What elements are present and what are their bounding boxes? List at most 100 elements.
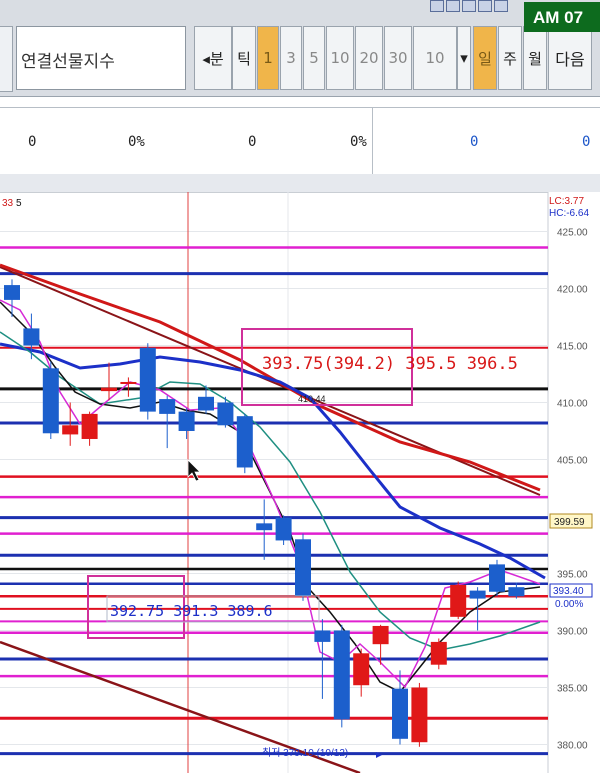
chart-toolbar: 연결선물지수 ◂분 틱 1 3 5 10 20 30 10 ▾ 일 주 월 다음 AM 07 <box>0 0 600 97</box>
candle-body <box>450 584 467 617</box>
status-value-4: 0 <box>470 134 479 150</box>
indicator-label-b: 5 <box>16 198 22 209</box>
current-price-text: 399.59 <box>554 517 585 528</box>
candle-body <box>198 396 214 411</box>
y-tick-label: 405.00 <box>557 456 588 467</box>
y-tick-label: 380.00 <box>557 741 588 752</box>
status-value-5: 0 <box>582 134 591 150</box>
candle-body <box>295 539 311 597</box>
status-value-1: 0% <box>128 134 145 150</box>
candle-body <box>120 381 137 384</box>
candle-body <box>469 590 486 599</box>
candle[interactable] <box>81 411 98 446</box>
tile-icon[interactable] <box>446 0 460 12</box>
candle[interactable] <box>508 582 525 599</box>
candle[interactable] <box>411 682 428 747</box>
status-value-0: 0 <box>28 134 37 150</box>
y-tick-label: 425.00 <box>557 228 588 239</box>
candle[interactable] <box>353 648 370 697</box>
print-icon[interactable] <box>462 0 476 12</box>
candle-body <box>4 285 20 300</box>
candle-body <box>42 368 59 434</box>
price-box-bottom-text: 392.75 391.3 389.6 <box>110 602 273 620</box>
y-tick-label: 410.00 <box>557 399 588 410</box>
candle-body <box>23 328 40 346</box>
candle[interactable] <box>392 670 408 745</box>
candle-body <box>101 387 117 392</box>
candle[interactable] <box>275 515 292 545</box>
candle[interactable] <box>333 624 350 728</box>
candle-body <box>159 399 176 414</box>
candle-body <box>178 411 195 431</box>
price-chart[interactable]: 425.00420.00415.00410.00405.00400.00395.… <box>0 192 600 773</box>
panel-gap <box>0 174 600 192</box>
candle[interactable] <box>4 279 20 317</box>
candle-body <box>372 625 389 645</box>
candle[interactable] <box>489 559 505 597</box>
y-tick-label: 415.00 <box>557 342 588 353</box>
toolbar-button-4[interactable]: 5 <box>303 26 325 90</box>
candle-body <box>333 630 350 720</box>
toolbar-button-6[interactable]: 20 <box>355 26 383 90</box>
trend-line <box>0 266 541 496</box>
change-percent: 0.00% <box>555 599 583 610</box>
candle-body <box>353 653 370 686</box>
candle-body <box>508 587 525 597</box>
toolbar-button-11[interactable]: 주 <box>498 26 522 90</box>
candle[interactable] <box>42 361 59 439</box>
status-value-3: 0% <box>350 134 367 150</box>
price-box-top-text: 393.75(394.2) 395.5 396.5 <box>262 354 518 374</box>
toolbar-button-1[interactable]: 틱 <box>232 26 256 90</box>
candle[interactable] <box>236 413 253 474</box>
time-badge: AM 07 <box>524 2 600 32</box>
candle[interactable] <box>139 343 156 420</box>
candle-body <box>236 416 253 468</box>
level-label: 410.44 <box>298 394 326 404</box>
candle-body <box>430 641 447 665</box>
hc-label: HC:-6.64 <box>549 208 589 219</box>
toolbar-button-13[interactable]: 다음 <box>548 26 592 90</box>
y-tick-label: 390.00 <box>557 627 588 638</box>
toolbar-button-8[interactable]: 10 <box>413 26 457 90</box>
candle-body <box>81 413 98 439</box>
current-price-text-2: 393.40 <box>553 586 584 597</box>
y-tick-label: 420.00 <box>557 285 588 296</box>
indicator-label-a: 33 <box>2 198 14 209</box>
candle-body <box>139 347 156 412</box>
font-icon[interactable] <box>478 0 492 12</box>
low-price-label: 최저 379.10 (10/12) <box>262 747 348 759</box>
toolbar-button-10[interactable]: 일 <box>473 26 497 90</box>
candle-body <box>392 688 408 739</box>
toolbar-left-stub[interactable] <box>0 26 13 92</box>
y-tick-label: 395.00 <box>557 570 588 581</box>
status-divider <box>372 108 373 174</box>
toolbar-button-2[interactable]: 1 <box>257 26 279 90</box>
toolbar-button-0[interactable]: ◂분 <box>194 26 232 90</box>
candle[interactable] <box>295 533 311 601</box>
y-tick-label: 385.00 <box>557 684 588 695</box>
toolbar-button-7[interactable]: 30 <box>384 26 412 90</box>
candle-body <box>411 687 428 743</box>
candle-body <box>217 402 234 426</box>
candle[interactable] <box>217 396 234 428</box>
lc-label: LC:3.77 <box>549 196 584 207</box>
candle-body <box>62 425 79 435</box>
candle-body <box>275 517 292 541</box>
status-value-2: 0 <box>248 134 257 150</box>
candle[interactable] <box>178 408 195 439</box>
candle-body <box>489 564 505 592</box>
window-controls <box>430 0 508 12</box>
candle-body <box>256 523 273 531</box>
candle[interactable] <box>450 581 467 620</box>
toolbar-button-9[interactable]: ▾ <box>457 26 471 90</box>
toolbar-button-12[interactable]: 월 <box>523 26 547 90</box>
restore-icon[interactable] <box>430 0 444 12</box>
symbol-input[interactable]: 연결선물지수 <box>16 26 186 90</box>
candle[interactable] <box>256 499 273 560</box>
toolbar-button-5[interactable]: 10 <box>326 26 354 90</box>
candle-body <box>314 630 331 642</box>
grid-icon[interactable] <box>494 0 508 12</box>
status-bar: 0 0% 0 0% 0 0 <box>0 107 600 175</box>
candle[interactable] <box>430 638 447 670</box>
toolbar-button-3[interactable]: 3 <box>280 26 302 90</box>
